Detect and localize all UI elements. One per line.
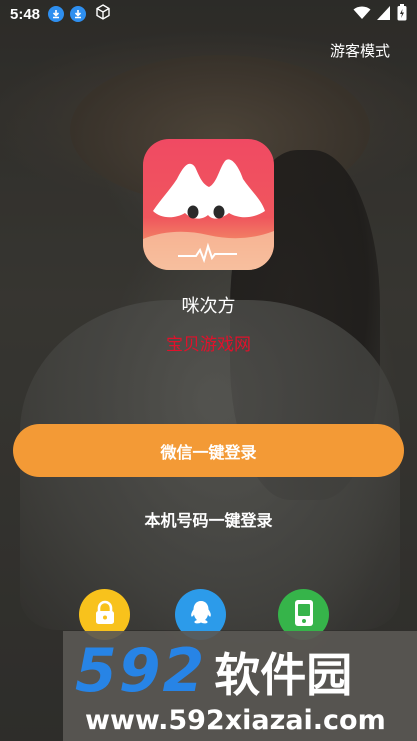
watermark-text: 宝贝游戏网	[166, 335, 251, 355]
status-time: 5:48	[10, 5, 41, 23]
wifi-icon	[353, 5, 371, 24]
site-banner: 592 软件园 www.592xiazai.com	[63, 631, 417, 741]
status-bar: 5:48	[0, 0, 417, 28]
banner-title: 软件园	[214, 648, 353, 702]
qq-icon	[188, 599, 214, 631]
phone-icon	[293, 599, 315, 631]
app-name: 咪次方	[181, 296, 236, 317]
app-logo	[143, 139, 274, 270]
banner-url: www.592xiazai.com	[85, 705, 386, 736]
wechat-login-button[interactable]: 微信一键登录	[13, 424, 404, 477]
lock-icon	[93, 600, 117, 630]
phone-login-button[interactable]: 本机号码一键登录	[0, 507, 417, 531]
download-icon	[48, 6, 65, 22]
cube-icon	[94, 3, 112, 25]
signal-icon	[377, 5, 391, 24]
download-icon	[70, 6, 87, 22]
battery-icon	[397, 3, 407, 25]
banner-number: 592	[75, 636, 207, 706]
guest-mode-button[interactable]: 游客模式	[330, 40, 390, 61]
